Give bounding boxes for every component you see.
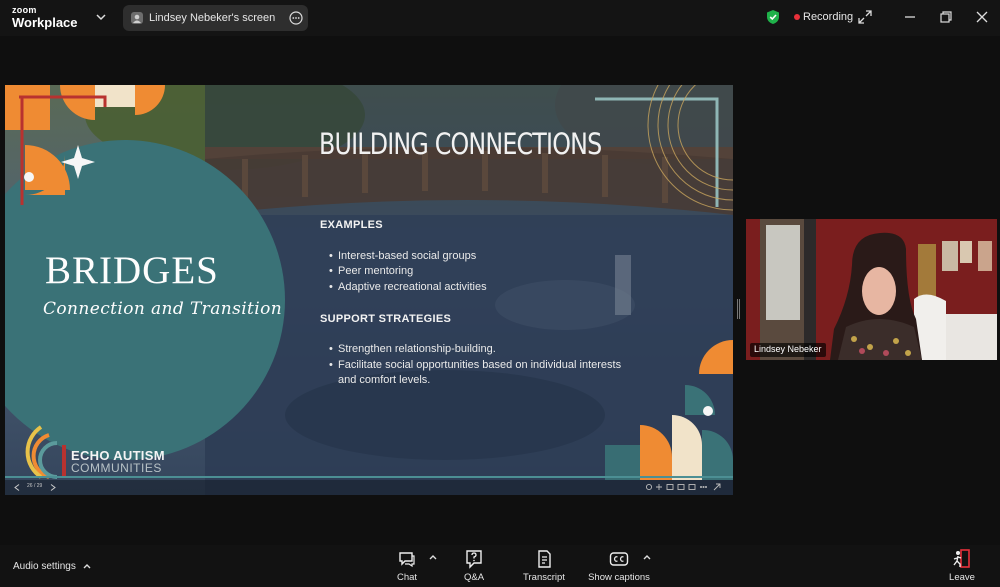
recording-dot xyxy=(794,14,800,20)
previous-slide-icon[interactable] xyxy=(14,484,20,491)
zoom-logo: zoom Workplace xyxy=(12,5,78,30)
support-strategies-heading: SUPPORT STRATEGIES xyxy=(320,313,452,325)
shared-slide: BUILDING CONNECTIONS EXAMPLES • Interest-… xyxy=(5,85,733,495)
zoom-window: zoom Workplace Lindsey Nebeker's screen … xyxy=(0,0,1000,587)
slide-title: BUILDING CONNECTIONS xyxy=(319,127,602,161)
transcript-icon xyxy=(538,550,551,568)
chat-button[interactable]: Chat xyxy=(393,547,421,587)
example-item: • Peer mentoring xyxy=(329,264,629,279)
minimize-icon[interactable] xyxy=(902,9,918,25)
expand-icon[interactable] xyxy=(857,9,873,25)
qa-label: Q&A xyxy=(463,572,485,583)
slide-controls: 26 / 29 xyxy=(5,480,733,495)
speaker-name-tag: Lindsey Nebeker xyxy=(750,343,826,357)
example-item: • Adaptive recreational activities xyxy=(329,280,629,295)
leave-button[interactable]: Leave xyxy=(946,547,978,587)
logo-line1: zoom xyxy=(12,5,37,15)
screen-share-indicator[interactable]: Lindsey Nebeker's screen xyxy=(123,5,308,31)
recording-label: Recording xyxy=(803,11,854,23)
bullet-dot-icon: • xyxy=(329,281,333,293)
bridges-subtitle: Connection and Transition xyxy=(43,299,283,319)
next-slide-icon[interactable] xyxy=(50,484,56,491)
bullet-dot-icon: • xyxy=(329,265,333,277)
strategy-item: • Facilitate social opportunities based o… xyxy=(329,358,629,388)
resize-handle[interactable] xyxy=(737,299,740,319)
strategy-item-text: Facilitate social opportunities based on… xyxy=(338,359,622,386)
chevron-down-icon[interactable] xyxy=(95,11,107,23)
qa-button[interactable]: Q&A xyxy=(460,547,488,587)
strategy-item-text: Strengthen relationship-building. xyxy=(338,343,496,355)
title-bar: zoom Workplace Lindsey Nebeker's screen … xyxy=(0,0,1000,36)
example-item: • Interest-based social groups xyxy=(329,249,629,264)
captions-options-chevron-icon[interactable] xyxy=(642,552,652,562)
transcript-label: Transcript xyxy=(523,572,565,583)
chat-icon xyxy=(399,552,415,568)
leave-icon xyxy=(953,549,970,568)
bullet-dot-icon: • xyxy=(329,343,333,355)
strategy-item: • Strengthen relationship-building. xyxy=(329,342,629,357)
show-captions-label: Show captions xyxy=(588,572,650,583)
close-icon[interactable] xyxy=(974,9,990,25)
page-indicator: 26 / 29 xyxy=(27,483,43,489)
security-shield-icon[interactable] xyxy=(766,9,780,25)
closed-captions-icon xyxy=(609,552,629,566)
more-options-icon[interactable] xyxy=(289,11,303,25)
example-item-text: Peer mentoring xyxy=(338,265,414,277)
bullet-dot-icon: • xyxy=(329,359,333,371)
example-item-text: Interest-based social groups xyxy=(338,250,477,262)
screen-share-label: Lindsey Nebeker's screen xyxy=(149,12,276,24)
example-item-text: Adaptive recreational activities xyxy=(338,281,487,293)
restore-icon[interactable] xyxy=(938,9,954,25)
bullet-dot-icon: • xyxy=(329,250,333,262)
viewer-tools-icon[interactable] xyxy=(645,483,725,492)
chat-label: Chat xyxy=(396,572,418,583)
question-icon xyxy=(466,550,482,569)
speaker-video-tile[interactable]: Lindsey Nebeker xyxy=(746,219,997,360)
speaker-video xyxy=(746,219,997,360)
screen-share-icon xyxy=(131,12,143,24)
transcript-button[interactable]: Transcript xyxy=(520,547,568,587)
chat-options-chevron-icon[interactable] xyxy=(428,552,438,562)
bridges-title: BRIDGES xyxy=(45,249,219,292)
chevron-up-icon[interactable] xyxy=(82,561,92,571)
meeting-toolbar: Audio settings Chat Q&A Transcript Show … xyxy=(0,545,1000,587)
leave-label: Leave xyxy=(949,572,975,583)
logo-line2: Workplace xyxy=(12,15,78,30)
org-logo-line2: COMMUNITIES xyxy=(71,461,162,475)
audio-settings-button[interactable]: Audio settings xyxy=(13,561,76,572)
examples-heading: EXAMPLES xyxy=(320,219,383,231)
